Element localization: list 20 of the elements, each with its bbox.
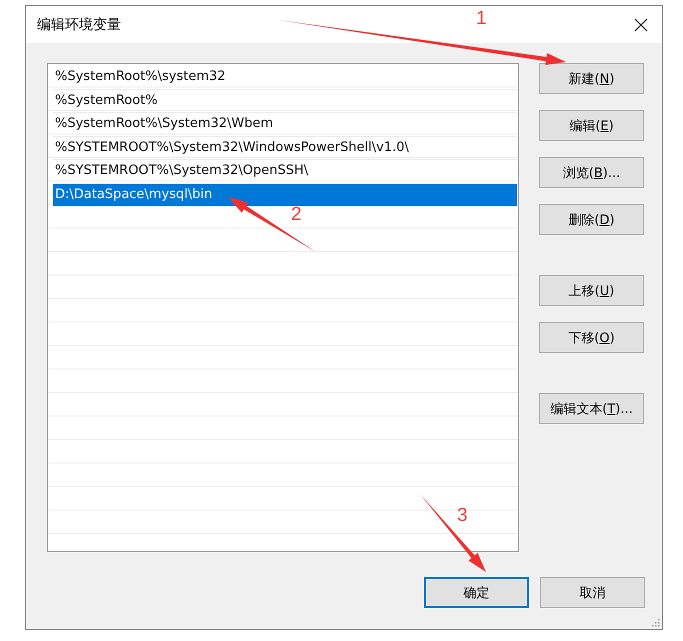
- list-item[interactable]: D:\DataSpace\mysql\bin: [53, 184, 517, 207]
- cancel-button[interactable]: 取消: [540, 577, 645, 608]
- annotation-number: 1: [476, 8, 487, 30]
- side-button[interactable]: 删除(D): [539, 204, 644, 235]
- list-item[interactable]: %SystemRoot%: [53, 90, 517, 113]
- window-title: 编辑环境变量: [37, 16, 121, 34]
- annotation-number: 2: [291, 204, 302, 226]
- side-button[interactable]: 上移(U): [539, 275, 644, 306]
- side-button[interactable]: 浏览(B)...: [539, 157, 644, 188]
- annotation-number: 3: [457, 505, 468, 527]
- ok-button[interactable]: 确定: [424, 577, 529, 608]
- close-icon[interactable]: [634, 18, 648, 32]
- list-item[interactable]: %SystemRoot%\System32\Wbem: [53, 113, 517, 136]
- side-button[interactable]: 下移(O): [539, 322, 644, 353]
- side-button[interactable]: 编辑(E): [539, 110, 644, 141]
- resize-grip-icon[interactable]: [650, 617, 660, 627]
- side-button[interactable]: 编辑文本(T)...: [539, 393, 644, 424]
- list-item[interactable]: %SystemRoot%\system32: [53, 66, 517, 90]
- side-button[interactable]: 新建(N): [539, 63, 644, 94]
- list-item[interactable]: %SYSTEMROOT%\System32\WindowsPowerShell\v1.0\: [53, 136, 517, 160]
